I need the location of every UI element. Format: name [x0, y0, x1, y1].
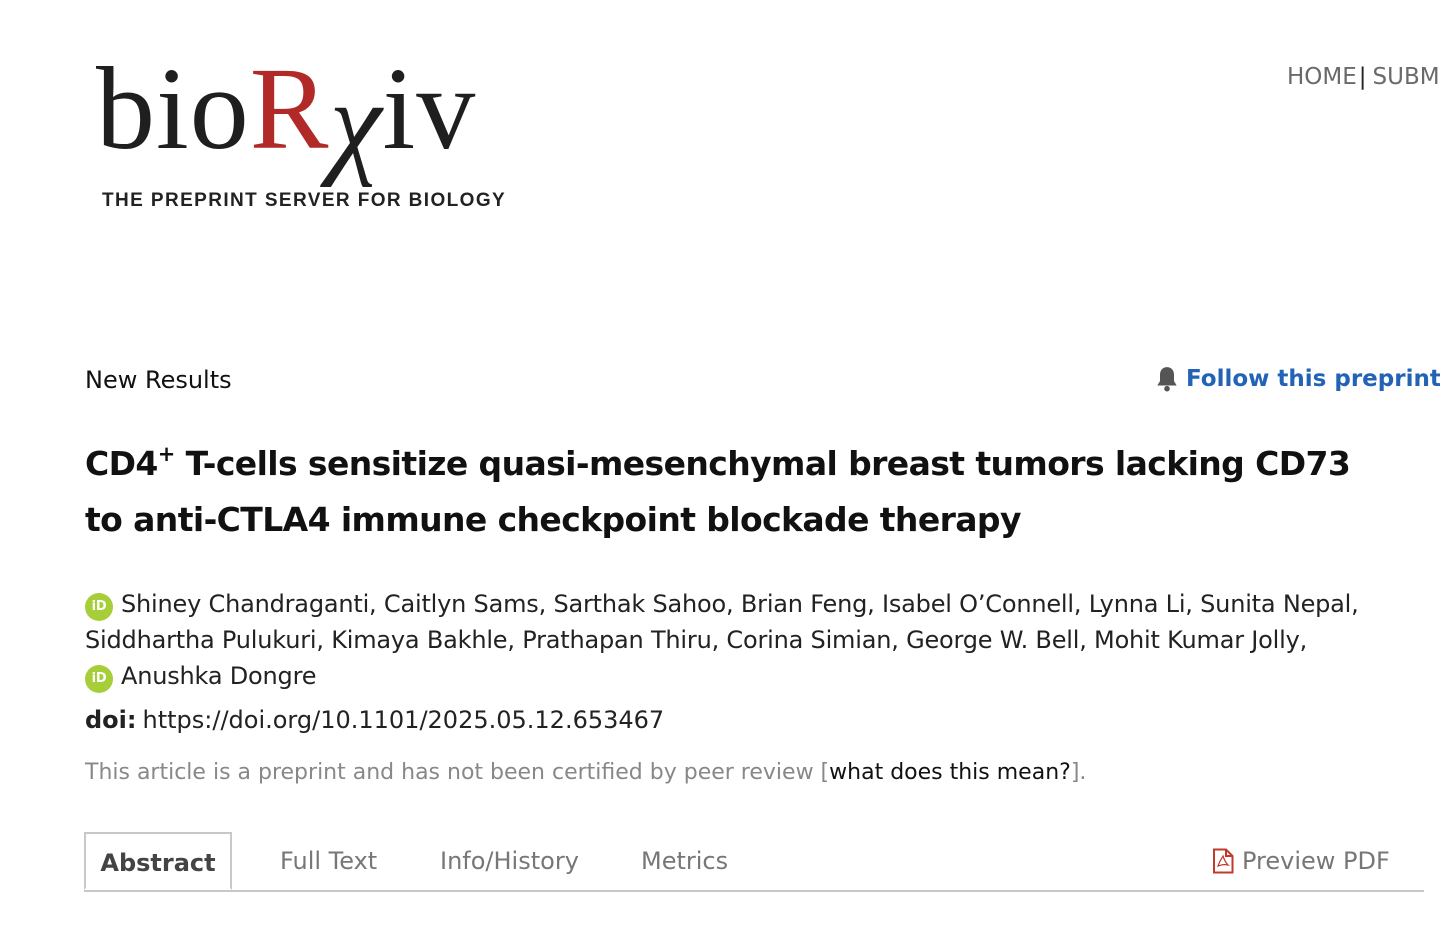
- author-list: iD Shiney Chandraganti, Caitlyn Sams, Sar…: [85, 586, 1385, 694]
- article-type: New Results: [85, 366, 232, 394]
- follow-preprint-label: Follow this preprint: [1186, 366, 1440, 392]
- logo-tagline: THE PREPRINT SERVER FOR BIOLOGY: [102, 190, 507, 211]
- tab-abstract[interactable]: Abstract: [84, 832, 232, 890]
- authors-line-2[interactable]: Siddhartha Pulukuri, Kimaya Bakhle, Prat…: [85, 626, 1307, 654]
- nav-submit-link[interactable]: SUBM: [1373, 64, 1440, 90]
- preprint-note-suffix: ].: [1070, 760, 1087, 785]
- authors-line-3[interactable]: Anushka Dongre: [121, 662, 316, 690]
- top-nav: HOME| SUBM: [1287, 64, 1440, 90]
- tab-metrics[interactable]: Metrics: [641, 832, 728, 890]
- preview-pdf-label: Preview PDF: [1242, 847, 1390, 875]
- preview-pdf-button[interactable]: Preview PDF: [1212, 832, 1390, 890]
- nav-home-link[interactable]: HOME: [1287, 64, 1357, 90]
- article-title: CD4+ T-cells sensitize quasi-mesenchymal…: [85, 442, 1351, 540]
- nav-separator: |: [1358, 64, 1367, 90]
- what-does-this-mean-link[interactable]: what does this mean?: [829, 760, 1071, 785]
- preprint-disclaimer: This article is a preprint and has not b…: [85, 760, 1086, 785]
- preprint-note-text: This article is a preprint and has not b…: [85, 760, 830, 785]
- tab-info-history[interactable]: Info/History: [440, 832, 579, 890]
- pdf-file-icon: [1213, 848, 1234, 874]
- tab-full-text[interactable]: Full Text: [280, 832, 377, 890]
- orcid-icon[interactable]: iD: [85, 665, 113, 693]
- follow-preprint-button[interactable]: Follow this preprint: [1154, 365, 1440, 393]
- authors-line-1[interactable]: Shiney Chandraganti, Caitlyn Sams, Sarth…: [121, 590, 1359, 618]
- bell-icon: [1157, 367, 1177, 392]
- doi-line: doi: https://doi.org/10.1101/2025.05.12.6…: [85, 706, 664, 734]
- doi-link[interactable]: https://doi.org/10.1101/2025.05.12.65346…: [143, 706, 665, 734]
- orcid-icon[interactable]: iD: [85, 593, 113, 621]
- doi-label: doi:: [85, 706, 137, 734]
- logo-wordmark: bioRχiv: [96, 43, 477, 188]
- biorxiv-logo[interactable]: bioRχiv THE PREPRINT SERVER FOR BIOLOGY: [96, 50, 536, 220]
